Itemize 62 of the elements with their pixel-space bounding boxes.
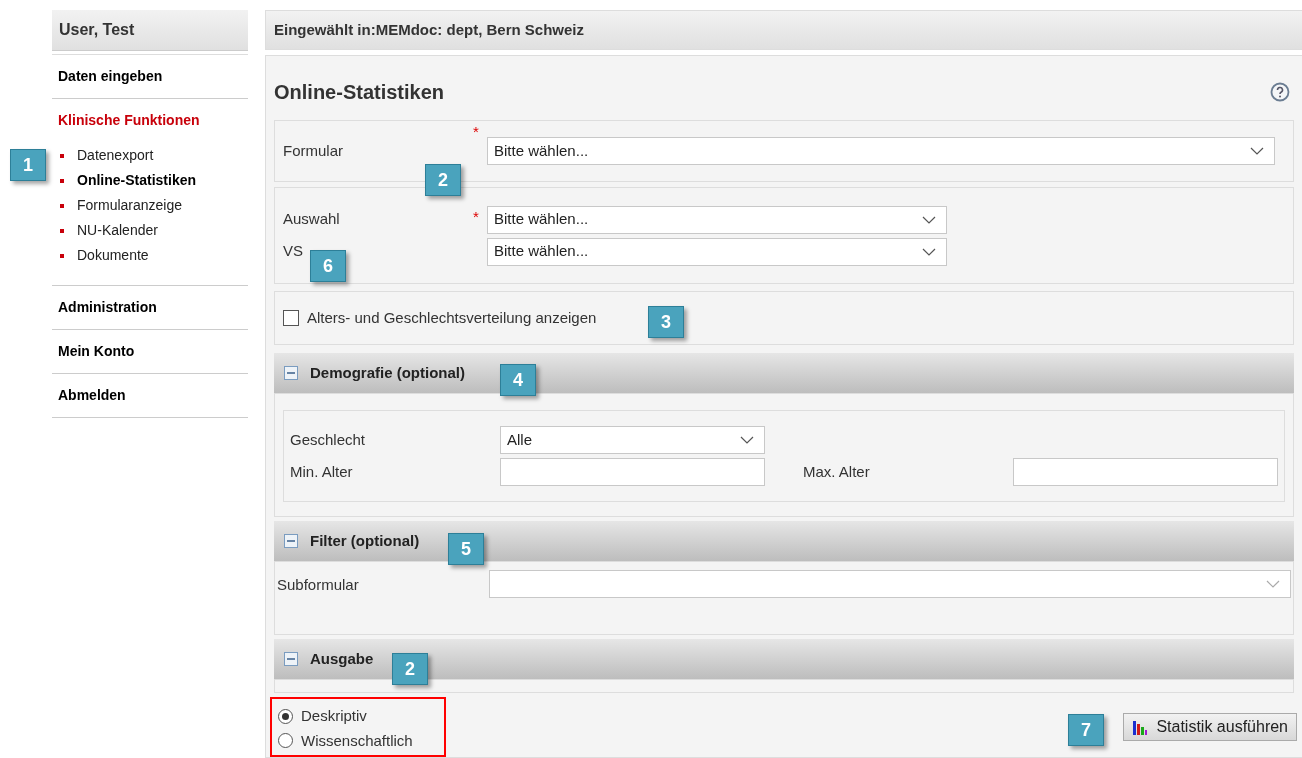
select-field[interactable] [489,570,1291,598]
field-label: Formular [283,140,344,161]
bullet-icon [60,153,64,158]
section-title: Demografie (optional) [310,362,465,383]
checkbox-label: Alters- und Geschlechtsverteilung anzeigen [307,307,597,328]
radio-button[interactable] [278,708,293,724]
select-field[interactable]: Alle [500,426,765,454]
callout-badge: 3 [648,306,684,338]
callout-badge: 7 [1068,714,1104,746]
bullet-icon [60,178,64,183]
section-title: Filter (optional) [310,530,420,551]
collapse-icon[interactable] [284,652,298,666]
radio-label: Wissenschaftlich [301,730,413,751]
sidebar-item[interactable]: Mein Konto [58,341,242,362]
field-label: Min. Alter [290,461,354,482]
collapse-icon[interactable] [284,366,298,380]
sidebar-item[interactable]: Administration [58,297,242,318]
page-title: Online-Statistiken [274,80,445,105]
bar-chart-icon [1132,719,1149,735]
chevron-down-icon [740,436,754,444]
section-title: Ausgabe [310,648,374,669]
sidebar-subitem[interactable]: Online-Statistiken [77,170,197,191]
select-field[interactable]: Bitte wählen... [487,237,947,266]
input-field[interactable] [500,458,765,486]
bullet-icon [60,228,64,233]
sidebar-item[interactable]: Daten eingeben [58,66,242,87]
help-icon[interactable] [1270,82,1290,102]
select-field[interactable]: Bitte wählen... [487,137,1275,165]
chevron-down-icon [1250,147,1264,155]
sidebar-subitem[interactable]: Dokumente [77,245,149,266]
callout-badge: 4 [500,364,536,396]
field-label: Geschlecht [290,429,367,450]
bullet-icon [60,203,64,208]
radio-button[interactable] [278,733,293,749]
select-field[interactable]: Bitte wählen... [487,205,947,234]
sidebar-subitem[interactable]: Formularanzeige [77,195,183,216]
field-label: VS [283,241,304,262]
field-label: Auswahl [283,209,341,230]
sidebar-subitem[interactable]: NU-Kalender [77,220,158,241]
user-header: User, Test [52,10,248,51]
sidebar-item[interactable]: Abmelden [58,385,242,406]
chevron-down-icon [922,215,936,224]
sidebar-subitem[interactable]: Datenexport [77,145,154,166]
sidebar-item[interactable]: Klinische Funktionen [58,110,242,131]
callout-badge: 2 [392,653,428,685]
bullet-icon [60,253,64,258]
callout-badge: 1 [10,149,46,181]
chevron-down-icon [1266,580,1280,588]
chevron-down-icon [922,247,936,256]
field-label: Subformular [277,575,360,595]
required-asterisk: * [473,122,479,142]
login-header: Eingewählt in:MEMdoc: dept, Bern Schweiz [265,10,1302,50]
collapse-icon[interactable] [284,534,298,548]
callout-badge: 6 [310,250,346,282]
callout-badge: 5 [448,533,484,565]
radio-label: Deskriptiv [301,706,367,726]
field-label: Max. Alter [803,461,871,482]
run-statistics-button[interactable]: Statistik ausführen [1123,713,1297,741]
callout-badge: 2 [425,164,461,196]
input-field[interactable] [1013,458,1278,486]
checkbox[interactable] [283,310,299,326]
required-asterisk: * [473,206,479,227]
